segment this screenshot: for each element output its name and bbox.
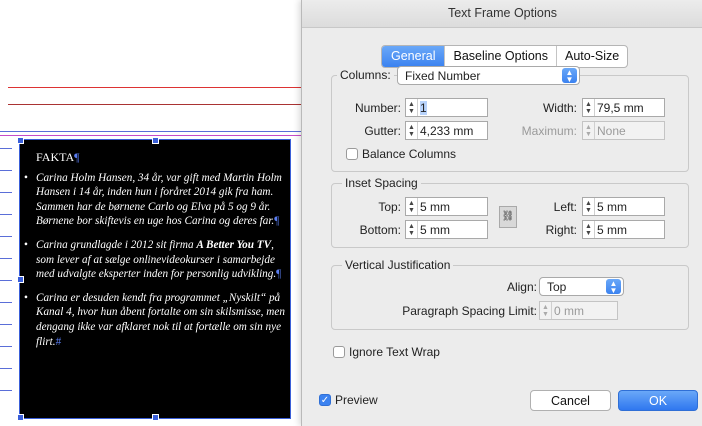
pilcrow-mark: ¶ <box>274 215 280 228</box>
gutter-field[interactable]: ▲ ▼ 4,233 mm <box>405 121 488 140</box>
tab-bar: General Baseline Options Auto-Size <box>381 45 629 68</box>
bullet-text: Carina Holm Hansen, 34 år, var gift med … <box>36 171 282 228</box>
popup-arrows-icon: ▲ ▼ <box>606 279 621 294</box>
paragraph-spacing-limit-field: ▲ ▼ 0 mm <box>539 301 618 320</box>
bullet-strong-text: A Better You TV <box>196 238 272 251</box>
ruler-tick <box>0 170 12 171</box>
bottom-value: 5 mm <box>420 222 450 237</box>
gutter-value: 4,233 mm <box>420 123 474 138</box>
frame-heading: FAKTA¶ <box>36 150 294 165</box>
columns-label: Columns: <box>337 68 394 82</box>
align-value: Top <box>547 279 567 294</box>
width-value: 79,5 mm <box>597 100 644 115</box>
pilcrow-mark: ¶ <box>74 150 80 164</box>
align-select[interactable]: Top ▲ ▼ <box>539 277 624 296</box>
width-label: Width: <box>542 101 577 115</box>
tab-baseline-options[interactable]: Baseline Options <box>444 46 556 67</box>
stepper-icon[interactable]: ▲ ▼ <box>583 99 595 116</box>
stepper-icon[interactable]: ▲ ▼ <box>583 198 595 215</box>
balance-columns-checkbox[interactable] <box>346 148 358 160</box>
ruler-tick <box>0 368 12 369</box>
stepper-icon[interactable]: ▲ ▼ <box>583 221 595 238</box>
columns-mode-select[interactable]: Fixed Number ▲ ▼ <box>397 66 580 85</box>
frame-handle[interactable] <box>152 414 159 421</box>
left-field[interactable]: ▲ ▼ 5 mm <box>582 197 665 216</box>
cancel-button[interactable]: Cancel <box>530 390 611 411</box>
bullet-paragraph: Carina Holm Hansen, 34 år, var gift med … <box>24 171 294 229</box>
ruler-tick <box>0 192 12 193</box>
frame-handle[interactable] <box>17 276 24 283</box>
ok-button[interactable]: OK <box>618 390 698 411</box>
right-field[interactable]: ▲ ▼ 5 mm <box>582 220 665 239</box>
end-of-story-mark: # <box>55 335 62 348</box>
right-label: Right: <box>545 223 577 237</box>
ignore-text-wrap-checkbox[interactable] <box>333 346 345 358</box>
tab-auto-size[interactable]: Auto-Size <box>556 46 627 67</box>
bottom-label: Bottom: <box>359 223 401 237</box>
ruler-tick <box>0 346 12 347</box>
stepper-icon: ▲ ▼ <box>583 122 595 139</box>
maximum-field: ▲ ▼ None <box>582 121 665 140</box>
bullet-paragraph: Carina grundlagde i 2012 sit firma A Bet… <box>24 238 294 282</box>
popup-arrows-icon: ▲ ▼ <box>562 68 577 83</box>
dialog-title: Text Frame Options <box>302 0 702 28</box>
right-value: 5 mm <box>597 222 627 237</box>
left-label: Left: <box>553 200 577 214</box>
stepper-icon[interactable]: ▲ ▼ <box>406 122 418 139</box>
pilcrow-mark: ¶ <box>276 268 282 281</box>
number-label: Number: <box>354 101 401 115</box>
ruler-tick <box>0 280 12 281</box>
preview-label[interactable]: Preview <box>335 393 378 407</box>
margin-guide <box>8 104 301 105</box>
baseline-guide <box>0 135 301 136</box>
ruler-tick <box>0 148 12 149</box>
margin-guide <box>8 87 301 88</box>
inset-spacing-legend: Inset Spacing <box>342 176 421 190</box>
bullet-text: Carina er desuden kendt fra programmet „… <box>36 291 285 348</box>
number-value: 1 <box>420 100 427 115</box>
preview-checkbox[interactable]: ✓ <box>319 394 331 406</box>
gutter-label: Gutter: <box>364 124 401 138</box>
ruler-tick <box>0 236 12 237</box>
ruler-tick <box>0 302 12 303</box>
width-field[interactable]: ▲ ▼ 79,5 mm <box>582 98 665 117</box>
frame-handle[interactable] <box>17 414 24 421</box>
frame-handle[interactable] <box>17 137 24 144</box>
bullet-text: Carina grundlagde i 2012 sit firma <box>36 238 197 251</box>
ruler-tick <box>0 390 12 391</box>
stepper-icon[interactable]: ▲ ▼ <box>406 198 418 215</box>
paragraph-spacing-limit-label: Paragraph Spacing Limit: <box>402 304 537 318</box>
balance-columns-label[interactable]: Balance Columns <box>362 147 456 161</box>
vertical-justification-group <box>331 265 689 330</box>
columns-mode-value: Fixed Number <box>405 68 481 83</box>
vertical-justification-legend: Vertical Justification <box>342 258 454 272</box>
chain-link-icon[interactable]: ⛓ <box>499 206 517 228</box>
ruler-tick <box>0 324 12 325</box>
stepper-icon: ▲ ▼ <box>540 302 552 319</box>
stepper-icon[interactable]: ▲ ▼ <box>406 221 418 238</box>
bullet-paragraph: Carina er desuden kendt fra programmet „… <box>24 291 294 349</box>
text-frame-options-dialog: Text Frame Options General Baseline Opti… <box>301 0 702 426</box>
left-value: 5 mm <box>597 199 627 214</box>
baseline-guide <box>0 131 301 132</box>
paragraph-spacing-limit-value: 0 mm <box>554 303 584 318</box>
top-field[interactable]: ▲ ▼ 5 mm <box>405 197 488 216</box>
tab-general[interactable]: General <box>382 46 445 67</box>
text-frame[interactable]: FAKTA¶ Carina Holm Hansen, 34 år, var gi… <box>17 137 291 421</box>
frame-text[interactable]: FAKTA¶ Carina Holm Hansen, 34 år, var gi… <box>24 150 294 358</box>
maximum-label: Maximum: <box>521 124 577 138</box>
align-label: Align: <box>506 280 537 294</box>
frame-handle[interactable] <box>152 137 159 144</box>
bottom-field[interactable]: ▲ ▼ 5 mm <box>405 220 488 239</box>
ruler-tick <box>0 214 12 215</box>
number-field[interactable]: ▲ ▼ 1 <box>405 98 488 117</box>
stepper-icon[interactable]: ▲ ▼ <box>406 99 418 116</box>
top-value: 5 mm <box>420 199 450 214</box>
ruler-tick <box>0 258 12 259</box>
top-label: Top: <box>378 200 401 214</box>
ignore-text-wrap-label[interactable]: Ignore Text Wrap <box>349 345 440 359</box>
heading-text: FAKTA <box>36 150 75 164</box>
maximum-value: None <box>597 123 626 138</box>
